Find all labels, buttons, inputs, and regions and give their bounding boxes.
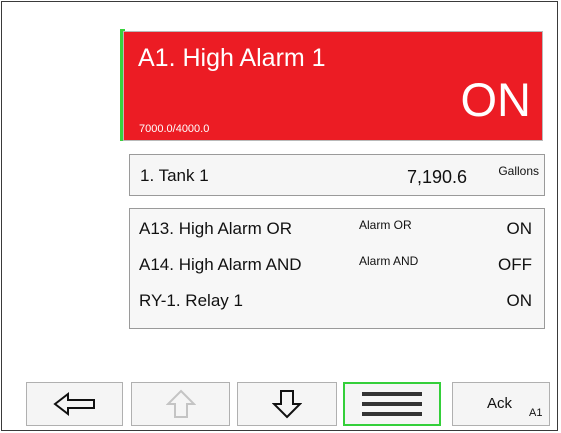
output-state: OFF	[498, 255, 532, 274]
ack-target: A1	[529, 407, 543, 419]
list-item[interactable]: A13. High Alarm OR Alarm OR ON	[130, 215, 544, 243]
up-button[interactable]	[131, 382, 230, 426]
output-state: ON	[506, 291, 533, 310]
output-tag: Alarm OR	[359, 218, 412, 232]
output-name: A13. High Alarm OR	[139, 219, 293, 238]
down-arrow-icon	[272, 390, 302, 419]
output-state: ON	[506, 219, 533, 238]
down-button[interactable]	[237, 382, 337, 426]
ack-label: Ack	[487, 395, 513, 412]
output-name: A14. High Alarm AND	[139, 255, 302, 274]
back-button[interactable]	[26, 382, 123, 426]
output-name: RY-1. Relay 1	[139, 291, 243, 310]
alarm-state: ON	[460, 73, 532, 126]
up-arrow-icon	[165, 389, 196, 418]
tank-value: 7,190.6	[406, 167, 467, 187]
output-tag: Alarm AND	[359, 254, 419, 268]
left-arrow-icon	[52, 391, 95, 417]
output-status-list[interactable]: A13. High Alarm OR Alarm OR ON A14. High…	[129, 208, 545, 329]
menu-button[interactable]	[343, 382, 441, 426]
alarm-title: A1. High Alarm 1	[138, 44, 326, 72]
alarm-setpoint-reading: 7000.0/4000.0	[139, 123, 210, 135]
display-frame: A1. High Alarm 1 ON 7000.0/4000.0 1. Tan…	[1, 1, 558, 431]
list-item[interactable]: RY-1. Relay 1 ON	[130, 287, 544, 315]
tank-level-panel[interactable]: 1. Tank 1 7,190.6 Gallons	[129, 154, 545, 196]
list-item[interactable]: A14. High Alarm AND Alarm AND OFF	[130, 251, 544, 279]
acknowledge-button[interactable]: Ack A1	[452, 382, 550, 426]
tank-name: 1. Tank 1	[140, 166, 209, 185]
hamburger-menu-icon	[362, 392, 422, 416]
tank-unit: Gallons	[498, 164, 539, 178]
alarm-status-panel[interactable]: A1. High Alarm 1 ON 7000.0/4000.0	[123, 31, 543, 141]
